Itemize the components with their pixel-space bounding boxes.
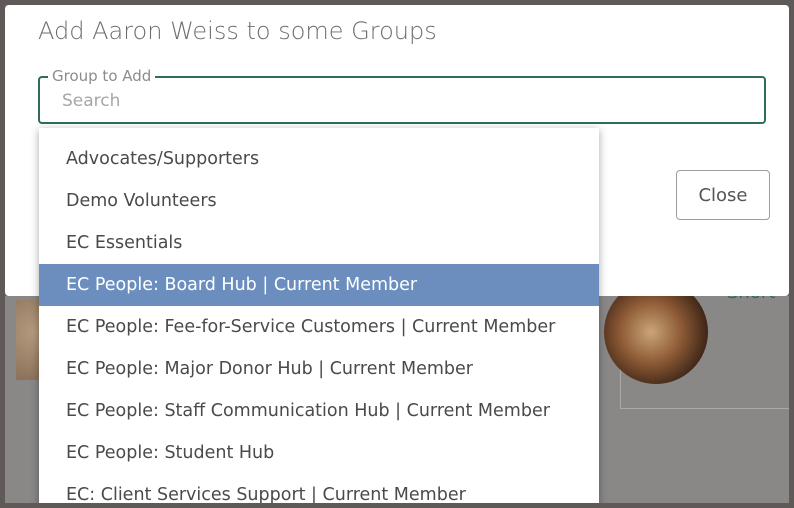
group-to-add-label: Group to Add	[48, 67, 156, 85]
dropdown-option[interactable]: EC: Client Services Support | Current Me…	[39, 474, 599, 508]
dropdown-option[interactable]: EC People: Major Donor Hub | Current Mem…	[39, 348, 599, 390]
group-options-dropdown: Advocates/Supporters Demo Volunteers EC Es…	[39, 128, 599, 508]
dropdown-option[interactable]: EC People: Staff Communication Hub | Cur…	[39, 390, 599, 432]
group-search-input[interactable]	[60, 86, 744, 116]
dropdown-option[interactable]: EC Essentials	[39, 222, 599, 264]
dropdown-option[interactable]: EC People: Fee-for-Service Customers | C…	[39, 306, 599, 348]
dropdown-option[interactable]: Demo Volunteers	[39, 180, 599, 222]
dropdown-option[interactable]: Advocates/Supporters	[39, 138, 599, 180]
modal-title: Add Aaron Weiss to some Groups	[38, 17, 437, 45]
dropdown-option[interactable]: EC People: Board Hub | Current Member	[39, 264, 599, 306]
dropdown-option[interactable]: EC People: Student Hub	[39, 432, 599, 474]
group-to-add-field[interactable]: Group to Add	[38, 67, 766, 124]
close-button[interactable]: Close	[676, 170, 770, 220]
